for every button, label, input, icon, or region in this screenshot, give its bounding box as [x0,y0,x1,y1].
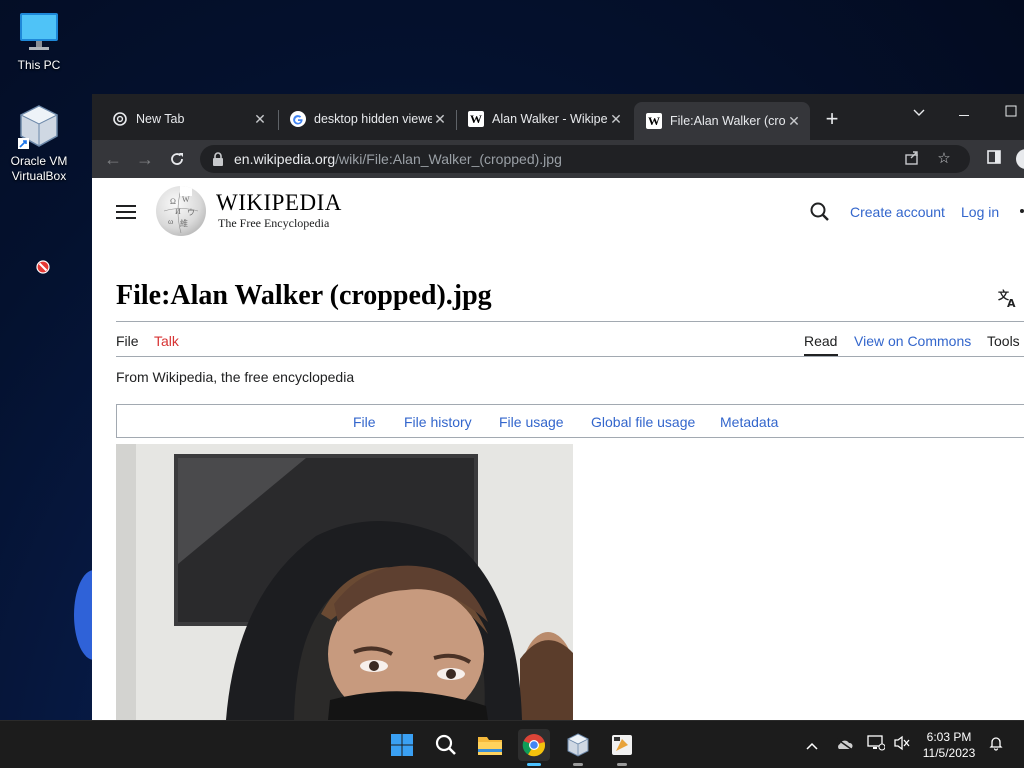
wikipedia-globe-logo[interactable]: ΩWИ ウω維 [156,186,206,236]
tab-desktop-hidden-viewer[interactable]: desktop hidden viewer ✕ [278,102,456,136]
chevron-up-icon[interactable] [802,735,822,755]
tab-title: File:Alan Walker (cropped).jpg [670,114,786,128]
reload-icon [171,153,183,165]
desktop-icon-this-pc[interactable]: This PC [3,10,75,73]
tab-tools[interactable]: Tools [987,333,1020,349]
tab-read[interactable]: Read [804,333,837,349]
back-button[interactable]: ← [100,146,126,172]
app-icon[interactable] [606,729,638,766]
tabs-divider [116,356,1024,357]
toc-file-history[interactable]: File history [404,414,472,430]
tab-view-on-commons[interactable]: View on Commons [854,333,971,349]
notification-bell-icon[interactable] [986,735,1006,755]
toc-global-file-usage[interactable]: Global file usage [591,414,695,430]
svg-text:維: 維 [180,218,188,228]
wikipedia-wordmark: WIKIPEDIA [216,190,342,215]
site-subtitle: From Wikipedia, the free encyclopedia [116,369,355,385]
system-clock[interactable]: 6:03 PM 11/5/2023 [914,729,984,761]
tab-file-alan-walker[interactable]: W File:Alan Walker (cropped).jpg ✕ [634,102,810,140]
desktop-icon-label: This PC [17,58,61,72]
tab-alan-walker-wikipedia[interactable]: W Alan Walker - Wikipedia ✕ [456,102,632,136]
chrome-window: New Tab ✕ desktop hidden viewer ✕ W Alan… [92,94,1024,720]
close-tab-icon[interactable]: ✕ [608,111,624,127]
tab-file[interactable]: File [116,333,139,349]
chevron-down-icon [913,109,925,116]
toc-file[interactable]: File [353,414,376,430]
url-host: en.wikipedia.org [234,151,336,167]
svg-text:Ω: Ω [170,197,176,206]
file-image[interactable] [116,444,573,720]
running-indicator [617,763,627,766]
maximize-button[interactable] [988,98,1024,126]
file-explorer-icon[interactable] [474,729,506,761]
language-icon[interactable]: 文A [998,288,1022,310]
page-title: File:Alan Walker (cropped).jpg [116,280,492,311]
browser-toolbar: ← → en.wikipedia.org/wiki/File:Alan_Walk… [92,140,1024,178]
tab-title: desktop hidden viewer [314,112,432,126]
forward-button[interactable]: → [132,146,158,172]
start-icon[interactable] [386,729,418,761]
tab-title: Alan Walker - Wikipedia [492,112,608,126]
minimize-button[interactable] [942,98,988,126]
desktop-icon-virtualbox[interactable]: Oracle VM VirtualBox [3,104,75,184]
create-account-link[interactable]: Create account [850,204,945,220]
url-text: en.wikipedia.org/wiki/File:Alan_Walker_(… [234,151,562,167]
close-tab-icon[interactable]: ✕ [252,111,268,127]
clock-date: 11/5/2023 [922,746,976,760]
address-bar[interactable]: en.wikipedia.org/wiki/File:Alan_Walker_(… [200,145,970,173]
profile-avatar[interactable] [1016,149,1024,169]
volume-muted-icon[interactable] [892,735,912,755]
toc-metadata[interactable]: Metadata [720,414,778,430]
main-menu-icon[interactable] [116,205,136,219]
log-in-link[interactable]: Log in [961,204,999,220]
chrome-icon [112,111,128,127]
toc-file-usage[interactable]: File usage [499,414,564,430]
running-indicator [573,763,583,766]
bookmark-star-icon[interactable]: ☆ [934,149,954,169]
maximize-icon [1005,105,1017,117]
svg-text:ω: ω [168,217,173,226]
close-tab-icon[interactable]: ✕ [786,113,802,129]
new-tab-button[interactable]: + [820,108,844,132]
desktop-icon-label: Oracle VM VirtualBox [10,154,68,183]
wikipedia-icon: W [468,111,484,127]
reload-button[interactable] [164,146,190,172]
more-options-icon[interactable] [1020,209,1024,213]
tab-new-tab[interactable]: New Tab ✕ [100,102,276,136]
minimize-icon [959,115,969,116]
svg-text:A: A [1007,297,1016,308]
lock-icon [212,151,226,167]
share-icon[interactable] [902,149,922,169]
wikipedia-icon: W [646,113,662,129]
tab-strip: New Tab ✕ desktop hidden viewer ✕ W Alan… [92,94,1024,140]
side-panel-icon[interactable] [984,149,1004,169]
file-toc: File File history File usage Global file… [116,404,1024,438]
tab-title: New Tab [136,112,185,126]
virtualbox-icon [17,104,61,150]
close-tab-icon[interactable]: ✕ [432,111,448,127]
running-indicator [527,763,541,766]
network-icon[interactable] [866,735,886,755]
wikipedia-tagline: The Free Encyclopedia [218,216,330,230]
onedrive-icon[interactable] [834,735,854,755]
svg-text:W: W [182,195,190,204]
virtualbox-icon[interactable] [562,729,594,766]
search-icon[interactable] [808,200,832,224]
chrome-taskbar-icon[interactable] [518,729,550,766]
taskbar: 6:03 PM 11/5/2023 [0,720,1024,768]
search-icon[interactable] [430,729,462,761]
google-icon [290,111,306,127]
tab-search-button[interactable] [896,98,942,126]
clock-time: 6:03 PM [926,730,972,744]
tab-talk[interactable]: Talk [154,333,179,349]
blocked-icon [36,260,50,274]
wikipedia-page: ΩWИ ウω維 WIKIPEDIA The Free Encyclopedia … [92,178,1024,720]
url-path: /wiki/File:Alan_Walker_(cropped).jpg [335,151,562,167]
monitor-icon [17,10,61,54]
title-divider [116,321,1024,322]
